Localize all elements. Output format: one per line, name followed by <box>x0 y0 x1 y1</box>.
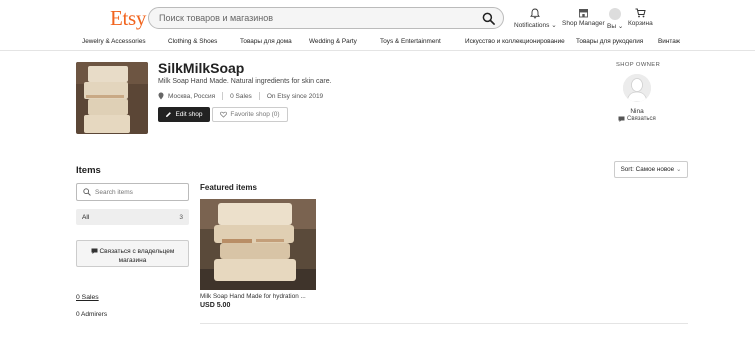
shop-manager-label: Shop Manager <box>562 20 605 27</box>
category-nav: Jewelry & Accessories Clothing & Shoes Т… <box>0 36 755 51</box>
shop-tagline: Milk Soap Hand Made. Natural ingredients… <box>158 78 332 85</box>
listing-image[interactable] <box>200 199 316 290</box>
filter-all-label: All <box>82 213 90 221</box>
you-menu-button[interactable]: Вы ⌄ <box>607 8 623 30</box>
pencil-icon <box>166 112 172 117</box>
header: Etsy Notifications ⌄ Shop Manager Вы ⌄ <box>0 0 755 36</box>
notifications-label: Notifications <box>514 22 550 29</box>
shop-location: Москва, Россия <box>168 92 216 100</box>
admirers-count: 0 Admirers <box>76 311 108 318</box>
category-link[interactable]: Товары для рукоделия <box>576 38 643 45</box>
divider <box>200 323 688 324</box>
owner-name[interactable]: Nina <box>622 108 652 115</box>
cart-label: Корзина <box>628 20 653 27</box>
sort-label: Sort: Самое новое <box>620 166 675 173</box>
shop-meta: Москва, Россия 0 Sales On Etsy since 201… <box>158 92 323 100</box>
category-link[interactable]: Товары для дома <box>240 38 292 45</box>
search-input[interactable] <box>159 11 479 25</box>
shop-sales[interactable]: 0 Sales <box>230 93 252 100</box>
category-link[interactable]: Винтаж <box>658 38 680 45</box>
edit-shop-button[interactable]: Edit shop <box>158 107 210 122</box>
sales-link[interactable]: 0 Sales <box>76 294 99 301</box>
category-link[interactable]: Toys & Entertainment <box>380 38 441 45</box>
favorite-shop-button[interactable]: Favorite shop (0) <box>212 107 288 122</box>
edit-shop-label: Edit shop <box>175 111 203 118</box>
shop-name: SilkMilkSoap <box>158 60 245 76</box>
shop-icon-image <box>76 62 148 134</box>
listing-title[interactable]: Milk Soap Hand Made for hydration ... <box>200 293 318 300</box>
notifications-button[interactable]: Notifications ⌄ <box>514 8 557 29</box>
location-pin-icon <box>158 92 164 100</box>
items-search-input[interactable] <box>95 187 185 197</box>
chevron-down-icon: ⌄ <box>551 22 557 29</box>
cart-icon <box>635 8 646 18</box>
items-search[interactable] <box>76 183 189 201</box>
user-avatar-icon <box>609 8 622 20</box>
owner-avatar[interactable] <box>623 74 651 102</box>
search-icon <box>83 188 91 196</box>
items-heading: Items <box>76 165 101 176</box>
category-link[interactable]: Искусство и коллекционирование <box>465 38 565 45</box>
category-link[interactable]: Jewelry & Accessories <box>82 38 146 45</box>
category-link[interactable]: Wedding & Party <box>309 38 357 45</box>
search-bar[interactable] <box>148 7 504 29</box>
filter-all-count: 3 <box>179 213 183 221</box>
sort-dropdown[interactable]: Sort: Самое новое ⌄ <box>614 161 688 178</box>
filter-all[interactable]: All 3 <box>76 209 189 225</box>
shop-icon <box>578 9 588 18</box>
chevron-down-icon: ⌄ <box>617 23 624 30</box>
search-icon[interactable] <box>482 12 495 25</box>
category-link[interactable]: Clothing & Shoes <box>168 38 217 45</box>
listing-price: USD 5.00 <box>200 302 231 309</box>
message-icon <box>618 116 625 122</box>
shop-since: On Etsy since 2019 <box>266 92 324 100</box>
bell-icon <box>530 8 541 19</box>
contact-owner-label: Связаться <box>627 116 656 122</box>
cart-button[interactable]: Корзина <box>628 8 653 27</box>
etsy-logo[interactable]: Etsy <box>110 6 146 31</box>
chevron-down-icon: ⌄ <box>676 166 682 173</box>
contact-owner-link[interactable]: Связаться <box>618 116 656 122</box>
shop-owner-heading: SHOP OWNER <box>616 62 661 68</box>
favorite-shop-label: Favorite shop (0) <box>230 111 280 118</box>
contact-shop-owner-button[interactable]: Связаться с владельцем магазина <box>76 240 189 267</box>
contact-shop-owner-label: Связаться с владельцем магазина <box>99 247 175 264</box>
shop-manager-button[interactable]: Shop Manager <box>562 8 605 27</box>
featured-heading: Featured items <box>200 183 257 192</box>
message-icon <box>91 248 98 254</box>
you-label: Вы <box>607 23 617 30</box>
heart-icon <box>220 111 228 118</box>
